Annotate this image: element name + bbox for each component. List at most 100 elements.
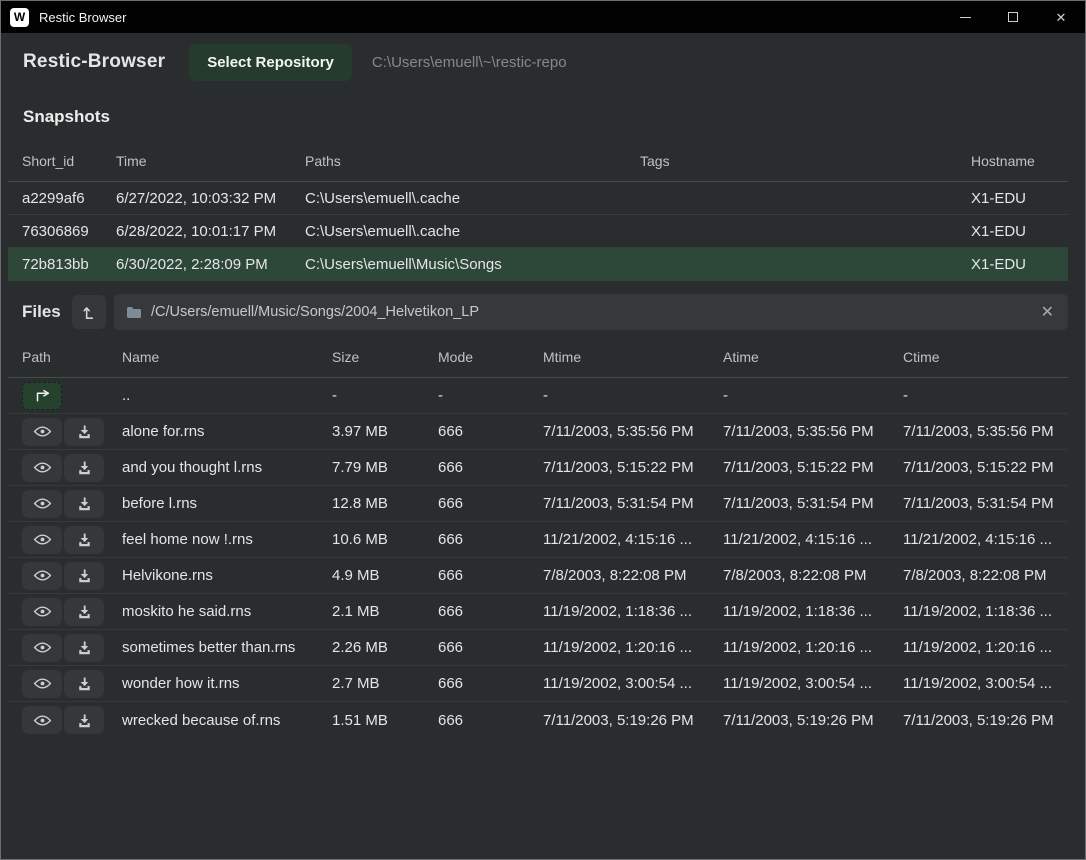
files-table: Path Name Size Mode Mtime Atime Ctime .. <box>8 336 1068 738</box>
cell-atime: 7/8/2003, 8:22:08 PM <box>709 567 889 584</box>
cell-paths: C:\Users\emuell\Music\Songs <box>291 256 626 273</box>
cell-mtime: 7/8/2003, 8:22:08 PM <box>529 567 709 584</box>
snapshots-table-header: Short_id Time Paths Tags Hostname <box>8 140 1068 182</box>
close-icon: ✕ <box>1056 11 1067 24</box>
cell-name: Helvikone.rns <box>108 567 318 584</box>
cell-atime: 7/11/2003, 5:19:26 PM <box>709 712 889 729</box>
preview-file-button[interactable] <box>22 454 62 482</box>
cell-name: and you thought l.rns <box>108 459 318 476</box>
files-table-header: Path Name Size Mode Mtime Atime Ctime <box>8 336 1068 378</box>
minimize-button[interactable] <box>941 1 989 33</box>
restic-browser-window: W Restic Browser ✕ Restic-Browser Select… <box>0 0 1086 860</box>
cell-mode: 666 <box>424 639 529 656</box>
download-icon <box>77 460 92 475</box>
maximize-icon <box>1008 12 1018 22</box>
title-bar: W Restic Browser ✕ <box>1 1 1085 33</box>
files-table-body: alone for.rns 3.97 MB 666 7/11/2003, 5:3… <box>8 414 1068 738</box>
download-file-button[interactable] <box>64 634 104 662</box>
cell-size: - <box>318 387 424 404</box>
cell-ctime: 11/19/2002, 1:18:36 ... <box>889 603 1068 620</box>
cell-mode: - <box>424 387 529 404</box>
cell-atime: 11/19/2002, 1:18:36 ... <box>709 603 889 620</box>
download-file-button[interactable] <box>64 670 104 698</box>
cell-mode: 666 <box>424 495 529 512</box>
up-right-arrow-icon <box>33 388 51 403</box>
cell-atime: 7/11/2003, 5:31:54 PM <box>709 495 889 512</box>
go-to-root-button[interactable] <box>72 295 106 329</box>
repository-path: C:\Users\emuell\~\restic-repo <box>372 54 567 71</box>
cell-time: 6/27/2022, 10:03:32 PM <box>102 190 291 207</box>
cell-ctime: 11/21/2002, 4:15:16 ... <box>889 531 1068 548</box>
cell-ctime: 11/19/2002, 1:20:16 ... <box>889 639 1068 656</box>
cell-atime: - <box>709 387 889 404</box>
cell-hostname: X1-EDU <box>957 223 1068 240</box>
download-file-button[interactable] <box>64 598 104 626</box>
cell-size: 1.51 MB <box>318 712 424 729</box>
snapshot-row[interactable]: 72b813bb 6/30/2022, 2:28:09 PM C:\Users\… <box>8 248 1068 281</box>
preview-file-button[interactable] <box>22 526 62 554</box>
column-header-ctime: Ctime <box>889 349 1068 365</box>
cell-mtime: - <box>529 387 709 404</box>
maximize-button[interactable] <box>989 1 1037 33</box>
column-header-short-id: Short_id <box>8 153 102 169</box>
window-title: Restic Browser <box>39 10 126 25</box>
app-header: Restic-Browser Select Repository C:\User… <box>1 33 1085 91</box>
preview-file-button[interactable] <box>22 562 62 590</box>
cell-mode: 666 <box>424 603 529 620</box>
cell-size: 2.26 MB <box>318 639 424 656</box>
cell-ctime: - <box>889 387 1068 404</box>
file-path-input[interactable]: /C/Users/emuell/Music/Songs/2004_Helveti… <box>114 294 1068 330</box>
select-repository-button[interactable]: Select Repository <box>189 44 352 81</box>
column-header-mtime: Mtime <box>529 349 709 365</box>
column-header-hostname: Hostname <box>957 153 1068 169</box>
preview-file-button[interactable] <box>22 706 62 734</box>
preview-file-button[interactable] <box>22 490 62 518</box>
eye-icon <box>33 425 52 438</box>
app-title: Restic-Browser <box>23 51 165 73</box>
download-icon <box>77 676 92 691</box>
close-button[interactable]: ✕ <box>1037 1 1085 33</box>
cell-ctime: 7/8/2003, 8:22:08 PM <box>889 567 1068 584</box>
preview-file-button[interactable] <box>22 598 62 626</box>
eye-icon <box>33 714 52 727</box>
cell-paths: C:\Users\emuell\.cache <box>291 223 626 240</box>
app-icon-letter: W <box>14 10 25 24</box>
parent-directory-button[interactable] <box>22 382 62 410</box>
file-row: before l.rns 12.8 MB 666 7/11/2003, 5:31… <box>8 486 1068 522</box>
cell-short-id: 72b813bb <box>8 256 102 273</box>
eye-icon <box>33 497 52 510</box>
preview-file-button[interactable] <box>22 634 62 662</box>
cell-mtime: 11/19/2002, 3:00:54 ... <box>529 675 709 692</box>
snapshot-row[interactable]: 76306869 6/28/2022, 10:01:17 PM C:\Users… <box>8 215 1068 248</box>
download-file-button[interactable] <box>64 490 104 518</box>
download-file-button[interactable] <box>64 562 104 590</box>
download-file-button[interactable] <box>64 454 104 482</box>
file-row: Helvikone.rns 4.9 MB 666 7/8/2003, 8:22:… <box>8 558 1068 594</box>
column-header-atime: Atime <box>709 349 889 365</box>
preview-file-button[interactable] <box>22 418 62 446</box>
download-icon <box>77 713 92 728</box>
cell-ctime: 7/11/2003, 5:15:22 PM <box>889 459 1068 476</box>
download-file-button[interactable] <box>64 418 104 446</box>
cell-atime: 11/21/2002, 4:15:16 ... <box>709 531 889 548</box>
files-heading: Files <box>22 302 62 322</box>
cell-mode: 666 <box>424 567 529 584</box>
download-file-button[interactable] <box>64 706 104 734</box>
file-row: feel home now !.rns 10.6 MB 666 11/21/20… <box>8 522 1068 558</box>
up-level-icon <box>81 304 98 321</box>
cell-size: 4.9 MB <box>318 567 424 584</box>
snapshot-row[interactable]: a2299af6 6/27/2022, 10:03:32 PM C:\Users… <box>8 182 1068 215</box>
cell-paths: C:\Users\emuell\.cache <box>291 190 626 207</box>
clear-path-button[interactable]: ✕ <box>1039 302 1056 322</box>
cell-hostname: X1-EDU <box>957 190 1068 207</box>
cell-name: .. <box>108 387 318 404</box>
clear-path-icon: ✕ <box>1041 304 1054 321</box>
cell-size: 10.6 MB <box>318 531 424 548</box>
column-header-time: Time <box>102 153 291 169</box>
cell-mode: 666 <box>424 675 529 692</box>
column-header-name: Name <box>108 349 318 365</box>
cell-mode: 666 <box>424 459 529 476</box>
files-bar: Files /C/Users/emuell/Music/Songs/2004_H… <box>1 281 1085 336</box>
preview-file-button[interactable] <box>22 670 62 698</box>
download-file-button[interactable] <box>64 526 104 554</box>
